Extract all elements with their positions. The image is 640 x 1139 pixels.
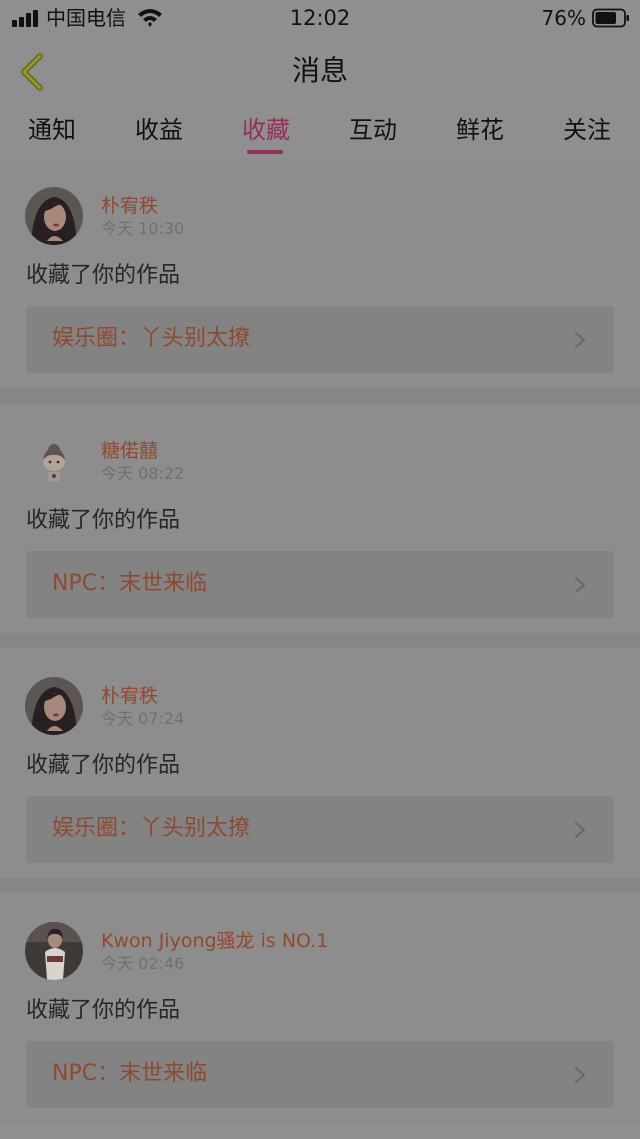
action-text: 收藏了你的作品 (26, 998, 181, 1023)
divider (0, 633, 640, 648)
work-link[interactable]: NPC：末世来临 (26, 551, 614, 618)
avatar[interactable] (25, 187, 83, 245)
work-link[interactable]: 娱乐圈：丫头别太撩 (26, 796, 614, 863)
username[interactable]: 朴宥秩 (101, 194, 158, 218)
tab-bar: 通知 收益 收藏 互动 鲜花 关注 (0, 108, 640, 158)
list-item: 糖偌囍 今天 08:22 收藏了你的作品 NPC：末世来临 (0, 403, 640, 648)
divider (0, 388, 640, 403)
list-item: 朴宥秩 今天 10:30 收藏了你的作品 娱乐圈：丫头别太撩 (0, 158, 640, 403)
timestamp: 今天 02:46 (101, 954, 185, 973)
timestamp: 今天 08:22 (101, 464, 185, 483)
chevron-right-icon (574, 576, 586, 594)
username[interactable]: Kwon Jiyong骚龙 is NO.1 (101, 929, 328, 953)
username[interactable]: 朴宥秩 (101, 684, 158, 708)
list-item: 朴宥秩 今天 07:24 收藏了你的作品 娱乐圈：丫头别太撩 (0, 648, 640, 893)
work-title: NPC：末世来临 (52, 1061, 208, 1086)
divider (0, 878, 640, 893)
action-text: 收藏了你的作品 (26, 508, 181, 533)
avatar[interactable] (25, 677, 83, 735)
chevron-right-icon (574, 821, 586, 839)
tab-notifications[interactable]: 通知 (2, 115, 102, 145)
message-list: 朴宥秩 今天 10:30 收藏了你的作品 娱乐圈：丫头别太撩 糖偌囍 今天 08… (0, 158, 640, 1138)
chevron-right-icon (574, 1066, 586, 1084)
active-tab-indicator (247, 150, 283, 154)
battery-percentage: 76% (541, 6, 586, 30)
work-link[interactable]: 娱乐圈：丫头别太撩 (26, 306, 614, 373)
action-text: 收藏了你的作品 (26, 753, 181, 778)
list-item: Kwon Jiyong骚龙 is NO.1 今天 02:46 收藏了你的作品 N… (0, 893, 640, 1123)
username[interactable]: 糖偌囍 (101, 439, 158, 463)
status-bar: 中国电信 12:02 76% (0, 0, 640, 36)
work-title: NPC：末世来临 (52, 571, 208, 596)
avatar[interactable] (25, 922, 83, 980)
work-title: 娱乐圈：丫头别太撩 (52, 816, 251, 841)
work-link[interactable]: NPC：末世来临 (26, 1041, 614, 1108)
avatar[interactable] (25, 432, 83, 490)
work-title: 娱乐圈：丫头别太撩 (52, 326, 251, 351)
page-title: 消息 (291, 54, 348, 87)
timestamp: 今天 10:30 (101, 219, 185, 238)
tab-flowers[interactable]: 鲜花 (430, 115, 530, 145)
timestamp: 今天 07:24 (101, 709, 185, 728)
tab-favorites[interactable]: 收藏 (216, 115, 316, 145)
action-text: 收藏了你的作品 (26, 263, 181, 288)
tab-following[interactable]: 关注 (537, 115, 637, 145)
battery-icon (592, 8, 629, 28)
tab-earnings[interactable]: 收益 (109, 115, 209, 145)
tab-interactions[interactable]: 互动 (323, 115, 423, 145)
navigation-bar: 消息 (0, 36, 640, 109)
chevron-right-icon (574, 331, 586, 349)
